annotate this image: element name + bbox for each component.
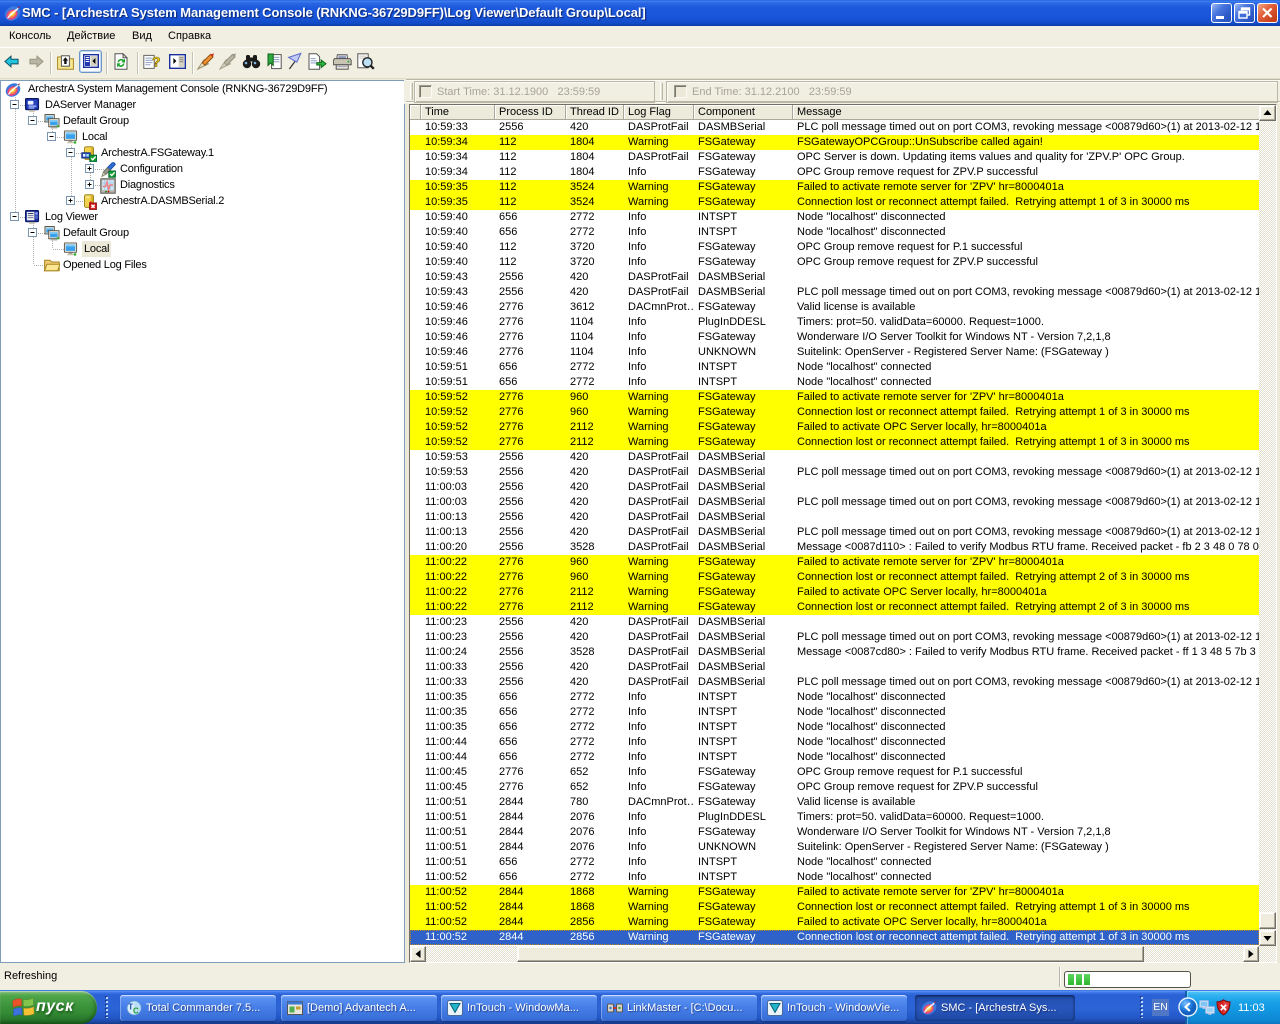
svg-text:?: ?	[152, 54, 161, 70]
svg-text:C: C	[133, 1007, 139, 1016]
